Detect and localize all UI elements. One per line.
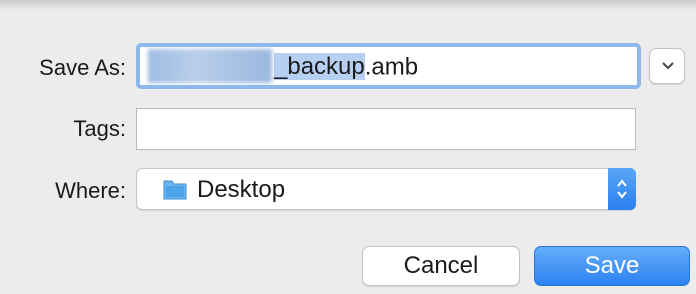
cancel-button[interactable]: Cancel (362, 246, 520, 286)
tags-label: Tags: (73, 116, 126, 141)
save-as-field[interactable]: _backup.amb (136, 43, 641, 89)
expand-dialog-button[interactable] (649, 48, 685, 84)
where-selected-value: Desktop (197, 176, 286, 203)
where-label: Where: (55, 178, 126, 203)
chevron-down-icon (662, 62, 674, 70)
redacted-filename (148, 49, 272, 83)
popup-stepper (608, 168, 636, 210)
filename-selected-text: _backup (274, 53, 365, 81)
tags-field[interactable] (136, 108, 636, 150)
where-popup-button[interactable]: Desktop (136, 168, 636, 210)
save-button[interactable]: Save (534, 246, 690, 286)
save-as-label: Save As: (39, 55, 126, 80)
folder-icon (163, 180, 187, 200)
filename-extension: .amb (364, 53, 419, 81)
up-down-arrows-icon (617, 179, 627, 199)
window-top-edge (0, 0, 696, 10)
